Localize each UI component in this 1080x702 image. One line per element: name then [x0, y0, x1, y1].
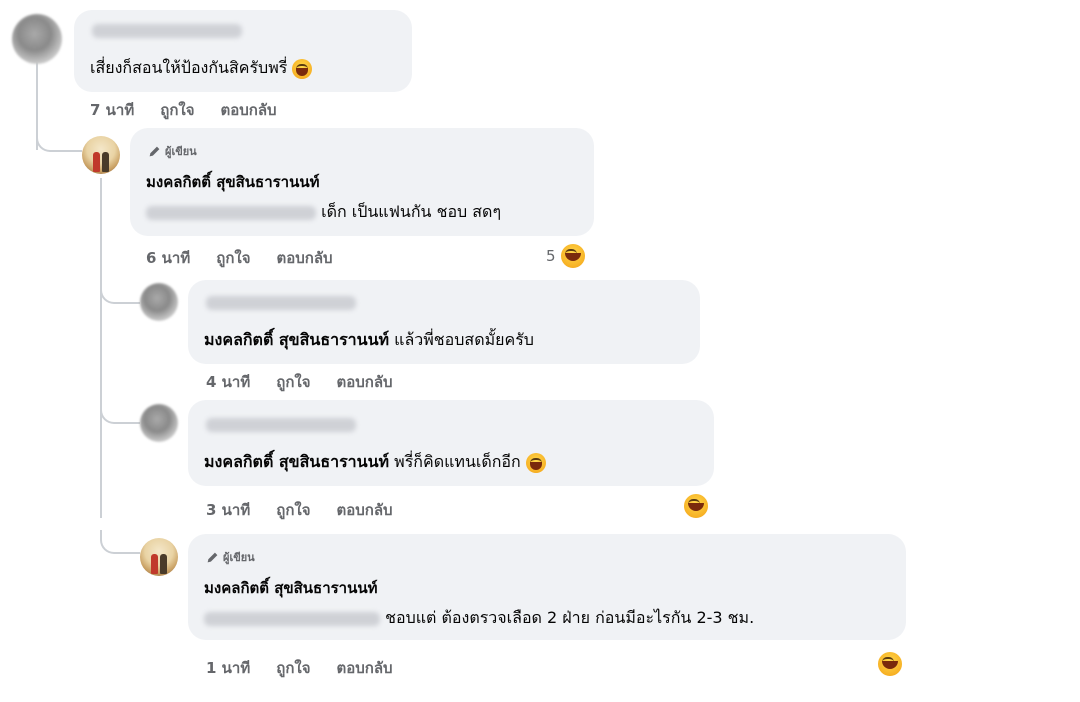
reply-button[interactable]: ตอบกลับ: [337, 656, 393, 680]
haha-reaction-icon: [876, 650, 904, 678]
comment-time[interactable]: 7 นาที: [90, 98, 134, 122]
comment-actions: 1 นาที ถูกใจ ตอบกลับ: [206, 656, 393, 680]
comment-text: มงคลกิตติ์ สุขสินธารานนท์ พรี่ก็คิดแทนเด…: [204, 450, 546, 475]
comment-bubble: ผู้เขียน มงคลกิตติ์ สุขสินธารานนท์ เด็ก …: [130, 128, 594, 236]
comment-time[interactable]: 1 นาที: [206, 656, 250, 680]
comment-text: มงคลกิตติ์ สุขสินธารานนท์ แล้วพี่ชอบสดมั…: [204, 330, 534, 349]
like-button[interactable]: ถูกใจ: [276, 370, 310, 394]
comment-actions: 7 นาที ถูกใจ ตอบกลับ: [90, 98, 277, 122]
comment-time[interactable]: 6 นาที: [146, 246, 190, 270]
comment-time[interactable]: 4 นาที: [206, 370, 250, 394]
pen-icon: [149, 146, 160, 156]
author-badge: ผู้เขียน: [148, 142, 197, 160]
comment-text: เด็ก เป็นแฟนกัน ชอบ สดๆ: [146, 200, 501, 225]
comment-actions: 3 นาที ถูกใจ ตอบกลับ: [206, 498, 393, 522]
like-button[interactable]: ถูกใจ: [216, 246, 250, 270]
comment-bubble: มงคลกิตติ์ สุขสินธารานนท์ แล้วพี่ชอบสดมั…: [188, 280, 700, 364]
comment-actions: 6 นาที ถูกใจ ตอบกลับ: [146, 246, 333, 270]
comment-bubble: ผู้เขียน มงคลกิตติ์ สุขสินธารานนท์ ชอบแต…: [188, 534, 906, 640]
thread-line-replies: [100, 178, 102, 518]
haha-reaction-icon: [558, 242, 587, 270]
comment-time[interactable]: 3 นาที: [206, 498, 250, 522]
reply-button[interactable]: ตอบกลับ: [337, 370, 393, 394]
like-button[interactable]: ถูกใจ: [276, 498, 310, 522]
comment-text: เสี่ยงก็สอนให้ป้องกันสิครับพรี่: [90, 56, 313, 81]
laughing-emoji: [292, 58, 313, 79]
blurred-commenter-name[interactable]: [206, 418, 356, 432]
thread-connector: [100, 280, 140, 304]
thread-connector: [36, 120, 82, 152]
comment-bubble: มงคลกิตติ์ สุขสินธารานนท์ พรี่ก็คิดแทนเด…: [188, 400, 714, 486]
author-avatar[interactable]: [82, 136, 120, 174]
reply-button[interactable]: ตอบกลับ: [221, 98, 277, 122]
avatar[interactable]: [12, 14, 62, 64]
comment-actions: 4 นาที ถูกใจ ตอบกลับ: [206, 370, 393, 394]
like-button[interactable]: ถูกใจ: [276, 656, 310, 680]
thread-connector: [100, 530, 140, 554]
mention-link[interactable]: มงคลกิตติ์ สุขสินธารานนท์: [204, 330, 389, 349]
laughing-emoji: [525, 452, 546, 473]
reaction-summary[interactable]: 5: [546, 242, 587, 270]
reaction-summary[interactable]: [876, 650, 904, 678]
blurred-mention[interactable]: [204, 611, 380, 626]
mention-link[interactable]: มงคลกิตติ์ สุขสินธารานนท์: [204, 452, 389, 471]
author-avatar[interactable]: [140, 538, 178, 576]
author-name[interactable]: มงคลกิตติ์ สุขสินธารานนท์: [204, 576, 378, 600]
haha-reaction-icon: [682, 492, 710, 520]
blurred-mention[interactable]: [146, 205, 316, 220]
author-badge: ผู้เขียน: [206, 548, 255, 566]
author-name[interactable]: มงคลกิตติ์ สุขสินธารานนท์: [146, 170, 320, 194]
blurred-commenter-name[interactable]: [206, 296, 356, 310]
comment-text: ชอบแต่ ต้องตรวจเลือด 2 ฝ่าย ก่อนมีอะไรกั…: [204, 606, 754, 631]
avatar[interactable]: [140, 283, 178, 321]
comment-bubble: เสี่ยงก็สอนให้ป้องกันสิครับพรี่: [74, 10, 412, 92]
reply-button[interactable]: ตอบกลับ: [277, 246, 333, 270]
reaction-count: 5: [546, 247, 556, 265]
like-button[interactable]: ถูกใจ: [160, 98, 194, 122]
blurred-commenter-name[interactable]: [92, 24, 242, 38]
thread-connector: [100, 400, 140, 424]
avatar[interactable]: [140, 404, 178, 442]
reaction-summary[interactable]: [682, 492, 710, 520]
pen-icon: [207, 552, 218, 562]
reply-button[interactable]: ตอบกลับ: [337, 498, 393, 522]
